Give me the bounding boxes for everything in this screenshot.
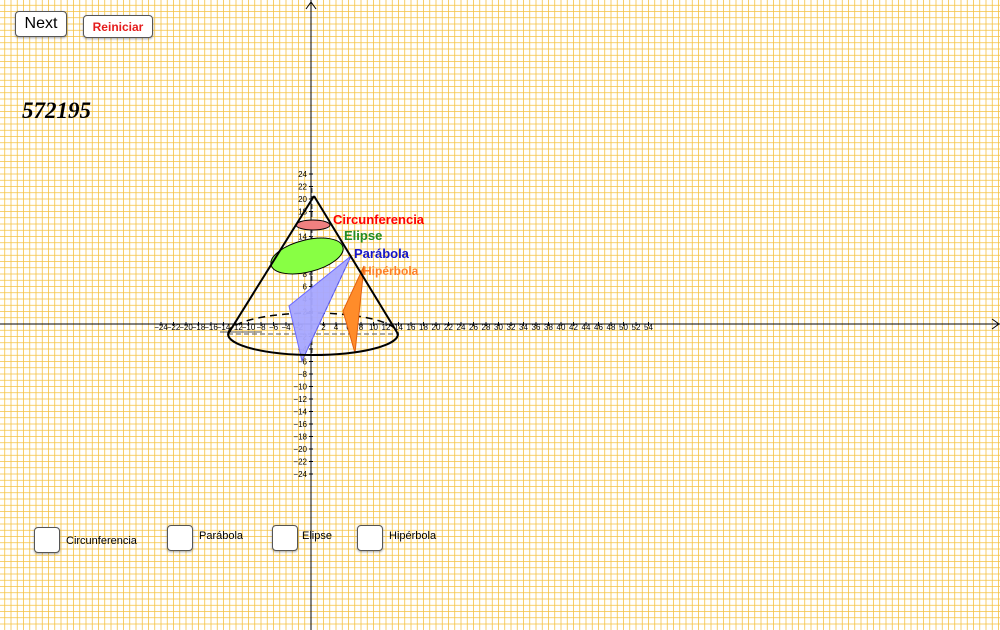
y-tick-label: 20: [298, 195, 307, 204]
y-tick-label: −16: [293, 420, 307, 429]
checkbox-elipse[interactable]: Elipse: [272, 525, 332, 551]
y-tick-label: 22: [298, 183, 307, 192]
grid: [0, 0, 1000, 630]
checkbox-label: Parábola: [199, 530, 244, 542]
checkbox-label: Circunferencia: [66, 535, 137, 547]
circle-section: [295, 219, 331, 231]
label-circunferencia: Circunferencia: [333, 212, 425, 227]
checkbox-box[interactable]: [272, 525, 298, 551]
checkbox-circunferencia[interactable]: Circunferencia: [34, 527, 137, 553]
y-tick-label: −8: [298, 370, 308, 379]
y-tick-label: −18: [293, 433, 307, 442]
reset-button[interactable]: Reiniciar: [83, 15, 153, 38]
y-tick-label: −24: [293, 470, 307, 479]
axes: [0, 0, 1000, 630]
y-tick-label: −20: [293, 445, 307, 454]
y-tick-label: 24: [298, 170, 307, 179]
y-tick-label: 6: [303, 283, 308, 292]
checkbox-box[interactable]: [167, 525, 193, 551]
checkbox-box[interactable]: [357, 525, 383, 551]
checkbox-label: Elipse: [302, 530, 332, 542]
y-tick-label: −22: [293, 458, 307, 467]
label-hiperbola: Hipérbola: [363, 264, 419, 278]
y-tick-label: −10: [293, 383, 307, 392]
label-parabola: Parábola: [354, 246, 410, 261]
graphics-view[interactable]: −24−22−20−18−16−14−12−10−8−6−4−224681012…: [0, 0, 1000, 630]
checkbox-box[interactable]: [34, 527, 60, 553]
checkbox-parabola[interactable]: Parábola: [167, 525, 243, 551]
checkbox-hiperbola[interactable]: Hipérbola: [357, 525, 436, 551]
y-tick-label: −12: [293, 395, 307, 404]
next-button[interactable]: Next: [15, 11, 67, 37]
counter-value: 572195: [22, 98, 91, 123]
checkbox-label: Hipérbola: [389, 530, 437, 542]
label-elipse: Elipse: [344, 228, 382, 243]
y-tick-label: −14: [293, 408, 307, 417]
